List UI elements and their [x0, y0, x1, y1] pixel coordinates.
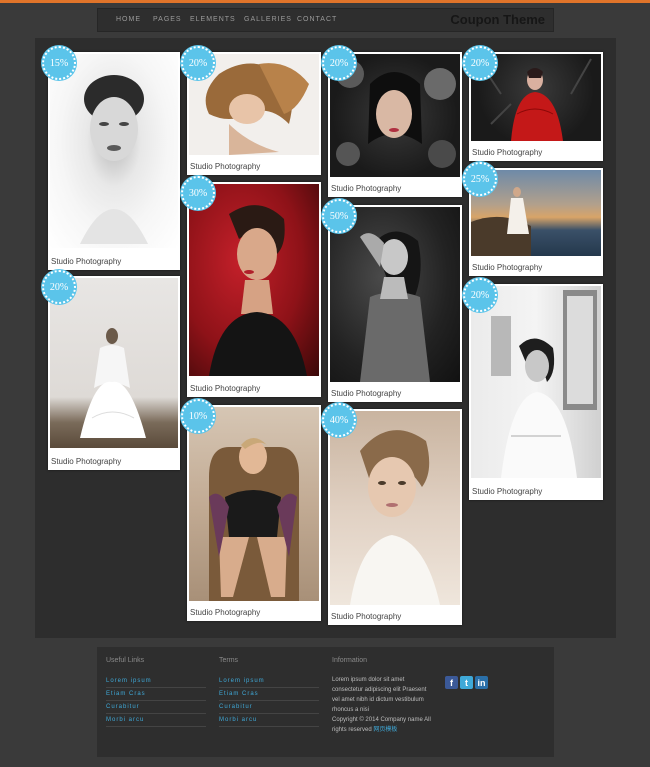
- twitter-icon[interactable]: t: [460, 676, 473, 689]
- footer-link[interactable]: Etiam Cras: [219, 688, 319, 701]
- footer-link[interactable]: Lorem ipsum: [219, 675, 319, 688]
- discount-badge: 20%: [42, 270, 76, 304]
- gallery-card[interactable]: 25% Studio Photography: [463, 162, 603, 276]
- footer-link[interactable]: Lorem ipsum: [106, 675, 206, 688]
- card-caption: Studio Photography: [472, 263, 543, 272]
- card-caption: Studio Photography: [51, 457, 122, 466]
- card-caption: Studio Photography: [472, 487, 543, 496]
- nav-home[interactable]: HOME: [116, 16, 141, 23]
- photo: [471, 286, 601, 478]
- photo: [189, 184, 319, 376]
- gallery-card[interactable]: 20% Studio Photography: [463, 46, 603, 161]
- footer-col-useful-links: Useful Links Lorem ipsum Etiam Cras Cura…: [106, 657, 206, 727]
- linkedin-icon[interactable]: in: [475, 676, 488, 689]
- credit-link[interactable]: 网页模板: [373, 727, 397, 733]
- footer-link[interactable]: Morbi arcu: [219, 714, 319, 727]
- card-caption: Studio Photography: [190, 608, 261, 617]
- discount-badge: 50%: [322, 199, 356, 233]
- discount-badge: 15%: [42, 46, 76, 80]
- photo: [330, 411, 460, 605]
- footer-link[interactable]: Curabitur: [106, 701, 206, 714]
- footer: Useful Links Lorem ipsum Etiam Cras Cura…: [97, 647, 554, 757]
- gallery-card[interactable]: 40% Studio Photography: [322, 403, 462, 625]
- discount-badge: 20%: [322, 46, 356, 80]
- brand-logo[interactable]: Coupon Theme: [450, 12, 545, 27]
- footer-col-terms: Terms Lorem ipsum Etiam Cras Curabitur M…: [219, 657, 319, 727]
- facebook-icon[interactable]: f: [445, 676, 458, 689]
- discount-badge: 30%: [181, 176, 215, 210]
- footer-link[interactable]: Curabitur: [219, 701, 319, 714]
- nav-elements[interactable]: ELEMENTS: [190, 16, 236, 23]
- discount-badge: 20%: [181, 46, 215, 80]
- nav-contact[interactable]: CONTACT: [297, 16, 337, 23]
- nav-pages[interactable]: PAGES: [153, 16, 182, 23]
- footer-heading: Information: [332, 657, 368, 664]
- card-caption: Studio Photography: [51, 257, 122, 266]
- footer-col-information: Information Lorem ipsum dolor sit amet c…: [332, 657, 432, 735]
- discount-badge: 20%: [463, 46, 497, 80]
- card-caption: Studio Photography: [190, 384, 261, 393]
- footer-heading: Useful Links: [106, 657, 145, 664]
- gallery-card[interactable]: 20% Studio Photography: [181, 46, 321, 175]
- navbar: HOME PAGES ELEMENTS GALLERIES CONTACT Co…: [97, 8, 554, 32]
- card-caption: Studio Photography: [331, 612, 402, 621]
- gallery-card[interactable]: 10% Studio Photography: [181, 399, 321, 621]
- photo: [189, 407, 319, 601]
- gallery-card[interactable]: 30% Studio Photography: [181, 176, 321, 397]
- gallery-card[interactable]: 20% Studio Photography: [42, 270, 180, 470]
- gallery-card[interactable]: 15% Studio Photography: [42, 46, 180, 270]
- photo: [50, 278, 178, 448]
- footer-link[interactable]: Morbi arcu: [106, 714, 206, 727]
- discount-badge: 20%: [463, 278, 497, 312]
- footer-heading: Terms: [219, 657, 239, 664]
- card-caption: Studio Photography: [190, 162, 261, 171]
- gallery-panel: 15% Studio Photography 20% Studio Photog…: [35, 38, 616, 638]
- nav-galleries[interactable]: GALLERIES: [244, 16, 292, 23]
- discount-badge: 40%: [322, 403, 356, 437]
- card-caption: Studio Photography: [331, 389, 402, 398]
- photo: [330, 207, 460, 382]
- photo: [50, 54, 178, 248]
- top-accent-strip: [0, 0, 650, 3]
- social-icons: f t in: [445, 676, 488, 689]
- gallery-card[interactable]: 20% Studio Photography: [322, 46, 462, 197]
- discount-badge: 10%: [181, 399, 215, 433]
- discount-badge: 25%: [463, 162, 497, 196]
- gallery-card[interactable]: 20% Studio Photography: [463, 278, 603, 500]
- card-caption: Studio Photography: [331, 184, 402, 193]
- footer-info-text: Lorem ipsum dolor sit amet consectetur a…: [332, 677, 427, 713]
- gallery-card[interactable]: 50% Studio Photography: [322, 199, 462, 402]
- footer-link[interactable]: Etiam Cras: [106, 688, 206, 701]
- card-caption: Studio Photography: [472, 148, 543, 157]
- footer-copyright: Copyright © 2014 Company name All rights…: [332, 715, 432, 735]
